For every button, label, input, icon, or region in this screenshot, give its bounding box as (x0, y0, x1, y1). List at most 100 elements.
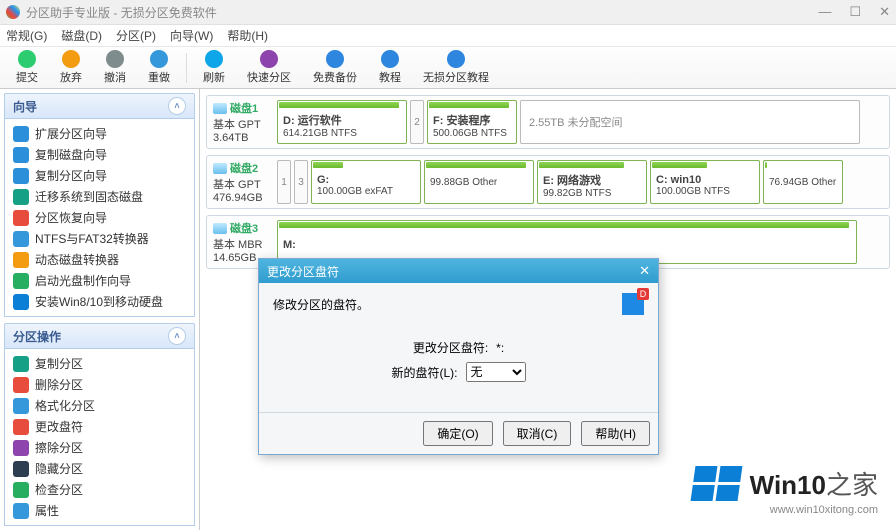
cancel-button[interactable]: 取消(C) (503, 421, 572, 446)
partition[interactable]: C: win10100.00GB NTFS (650, 160, 760, 204)
sidebar-item[interactable]: 动态磁盘转换器 (5, 249, 194, 270)
app-icon (6, 5, 20, 19)
item-icon (13, 126, 29, 142)
partition[interactable]: F: 安装程序500.06GB NTFS (427, 100, 517, 144)
collapse-icon[interactable]: ˄ (168, 97, 186, 115)
sidebar-item[interactable]: 迁移系统到固态磁盘 (5, 186, 194, 207)
item-icon (13, 503, 29, 519)
partition[interactable]: 76.94GB Other (763, 160, 843, 204)
ops-panel-header[interactable]: 分区操作 ˄ (4, 323, 195, 349)
menu-item[interactable]: 帮助(H) (227, 27, 268, 44)
ok-button[interactable]: 确定(O) (423, 421, 492, 446)
toolbar-快速分区[interactable]: 快速分区 (237, 48, 301, 87)
partition-row: 13G:100.00GB exFAT99.88GB OtherE: 网络游戏99… (277, 160, 883, 204)
sidebar-item[interactable]: 复制磁盘向导 (5, 144, 194, 165)
item-icon (13, 398, 29, 414)
disk-icon (213, 163, 227, 174)
wizard-panel-header[interactable]: 向导 ˄ (4, 93, 195, 119)
toolbar-重做[interactable]: 重做 (138, 48, 180, 87)
dialog-title: 更改分区盘符 (267, 263, 339, 280)
disk-icon (213, 223, 227, 234)
change-drive-letter-dialog: 更改分区盘符 ✕ 修改分区的盘符。 更改分区盘符: *: 新的盘符(L): 无 … (258, 258, 659, 455)
sidebar-item[interactable]: 属性 (5, 500, 194, 521)
partition[interactable]: E: 网络游戏99.82GB NTFS (537, 160, 647, 204)
toolbar-撤消[interactable]: 撤消 (94, 48, 136, 87)
item-label: 隐藏分区 (35, 460, 83, 477)
item-icon (13, 210, 29, 226)
sidebar-item[interactable]: 擦除分区 (5, 437, 194, 458)
disk-block: 磁盘2基本 GPT476.94GB13G:100.00GB exFAT99.88… (206, 155, 890, 209)
partition-slot[interactable]: 2 (410, 100, 424, 144)
partition-slot[interactable]: 1 (277, 160, 291, 204)
window-title: 分区助手专业版 - 无损分区免费软件 (26, 4, 217, 21)
sidebar-item[interactable]: 更改盘符 (5, 416, 194, 437)
toolbar-icon (381, 50, 399, 68)
disk-header[interactable]: 磁盘1基本 GPT3.64TB (213, 100, 271, 144)
dialog-logo-icon (622, 293, 644, 315)
sidebar-item[interactable]: 启动光盘制作向导 (5, 270, 194, 291)
item-icon (13, 356, 29, 372)
sidebar-item[interactable]: 格式化分区 (5, 395, 194, 416)
ops-list: 复制分区删除分区格式化分区更改盘符擦除分区隐藏分区检查分区属性 (4, 349, 195, 526)
disk-icon (213, 103, 227, 114)
toolbar-icon (205, 50, 223, 68)
watermark: Win10之家 www.win10xitong.com (693, 465, 878, 516)
dialog-titlebar: 更改分区盘符 ✕ (259, 259, 658, 283)
item-label: NTFS与FAT32转换器 (35, 230, 149, 247)
sidebar-item[interactable]: 检查分区 (5, 479, 194, 500)
sidebar-item[interactable]: 分区恢复向导 (5, 207, 194, 228)
help-button[interactable]: 帮助(H) (581, 421, 650, 446)
menu-item[interactable]: 常规(G) (6, 27, 47, 44)
item-icon (13, 273, 29, 289)
menu-item[interactable]: 磁盘(D) (61, 27, 102, 44)
item-icon (13, 461, 29, 477)
toolbar: 提交放弃撤消重做刷新快速分区免费备份教程无损分区教程 (0, 47, 896, 89)
label-new-letter: 新的盘符(L): (391, 364, 457, 381)
sidebar-item[interactable]: NTFS与FAT32转换器 (5, 228, 194, 249)
toolbar-教程[interactable]: 教程 (369, 48, 411, 87)
sidebar-item[interactable]: 隐藏分区 (5, 458, 194, 479)
sidebar: 向导 ˄ 扩展分区向导复制磁盘向导复制分区向导迁移系统到固态磁盘分区恢复向导 NT… (0, 89, 200, 530)
partition[interactable]: D: 运行软件614.21GB NTFS (277, 100, 407, 144)
partition-row: D: 运行软件614.21GB NTFS2F: 安装程序500.06GB NTF… (277, 100, 883, 144)
disk-header[interactable]: 磁盘2基本 GPT476.94GB (213, 160, 271, 204)
sidebar-item[interactable]: 复制分区向导 (5, 165, 194, 186)
value-current-letter: *: (496, 341, 504, 355)
sidebar-item[interactable]: 复制分区 (5, 353, 194, 374)
toolbar-免费备份[interactable]: 免费备份 (303, 48, 367, 87)
partition[interactable]: G:100.00GB exFAT (311, 160, 421, 204)
item-icon (13, 147, 29, 163)
item-icon (13, 252, 29, 268)
close-button[interactable]: ✕ (879, 4, 890, 20)
item-label: 删除分区 (35, 376, 83, 393)
watermark-url: www.win10xitong.com (693, 504, 878, 516)
toolbar-无损分区教程[interactable]: 无损分区教程 (413, 48, 499, 87)
item-label: 分区恢复向导 (35, 209, 107, 226)
menu-item[interactable]: 分区(P) (116, 27, 156, 44)
item-label: 擦除分区 (35, 439, 83, 456)
sidebar-item[interactable]: 扩展分区向导 (5, 123, 194, 144)
window-titlebar: 分区助手专业版 - 无损分区免费软件 — ☐ ✕ (0, 0, 896, 25)
sidebar-item[interactable]: 删除分区 (5, 374, 194, 395)
item-icon (13, 294, 29, 310)
unallocated-space[interactable]: 2.55TB 未分配空间 (520, 100, 860, 144)
item-label: 启动光盘制作向导 (35, 272, 131, 289)
item-label: 安装Win8/10到移动硬盘 (35, 293, 163, 310)
item-label: 复制分区 (35, 355, 83, 372)
collapse-icon[interactable]: ˄ (168, 327, 186, 345)
toolbar-刷新[interactable]: 刷新 (193, 48, 235, 87)
menu-item[interactable]: 向导(W) (170, 27, 213, 44)
minimize-button[interactable]: — (818, 4, 831, 20)
partition[interactable]: 99.88GB Other (424, 160, 534, 204)
item-icon (13, 189, 29, 205)
toolbar-放弃[interactable]: 放弃 (50, 48, 92, 87)
menubar: 常规(G) 磁盘(D) 分区(P) 向导(W) 帮助(H) (0, 25, 896, 47)
sidebar-item[interactable]: 安装Win8/10到移动硬盘 (5, 291, 194, 312)
dialog-close-icon[interactable]: ✕ (639, 263, 650, 279)
item-label: 检查分区 (35, 481, 83, 498)
toolbar-提交[interactable]: 提交 (6, 48, 48, 87)
new-letter-select[interactable]: 无 (466, 362, 526, 382)
maximize-button[interactable]: ☐ (849, 4, 861, 20)
toolbar-icon (18, 50, 36, 68)
partition-slot[interactable]: 3 (294, 160, 308, 204)
